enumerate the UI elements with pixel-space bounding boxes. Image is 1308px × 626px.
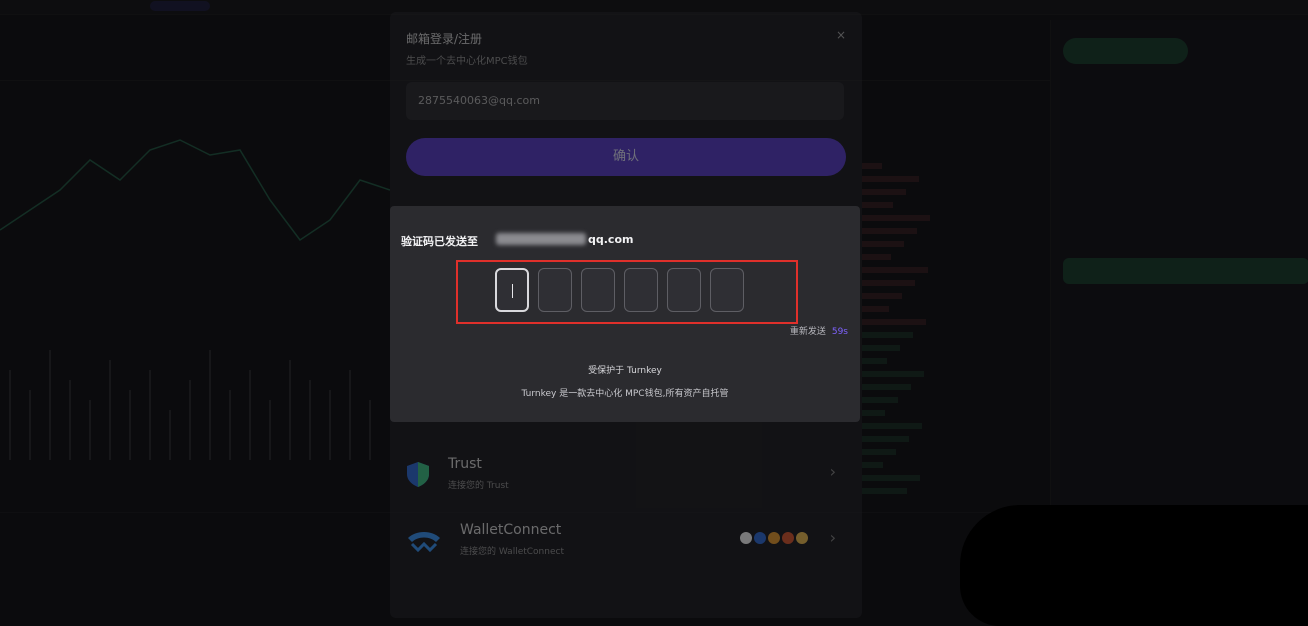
resend-label: 重新发送: [789, 327, 826, 337]
resend-countdown: 59s: [831, 327, 848, 337]
order-book-bar: [862, 423, 922, 429]
login-subtitle: 生成一个去中心化MPC钱包: [406, 56, 528, 67]
code-digit-input[interactable]: [667, 268, 701, 312]
order-book-row: [862, 407, 1047, 420]
chevron-right-icon: ›: [829, 528, 836, 547]
order-book-bar: [862, 267, 928, 273]
shield-icon: [407, 462, 429, 487]
code-digit-input[interactable]: [624, 268, 658, 312]
order-book-row: [862, 225, 1047, 238]
order-book-bar: [862, 293, 902, 299]
login-title: 邮箱登录/注册: [406, 32, 483, 46]
code-input-group: [495, 268, 744, 312]
buy-tab: [1063, 38, 1188, 64]
order-book-row: [862, 303, 1047, 316]
wallet-option-walletconnect[interactable]: WalletConnect 连接您的 WalletConnect ›: [404, 518, 848, 566]
order-book-bar: [862, 462, 883, 468]
order-book-row: [862, 160, 1047, 173]
nav-pill: [150, 1, 210, 11]
order-book-bar: [862, 449, 896, 455]
verification-dialog: 验证码已发送至 qq.com 重新发送 59s 受保护于 Turnkey Turn…: [390, 206, 860, 422]
order-book-row: [862, 290, 1047, 303]
order-book-bar: [862, 215, 930, 221]
code-digit-input[interactable]: [538, 268, 572, 312]
confirm-button[interactable]: 确认: [406, 138, 846, 176]
order-book-bar: [862, 202, 893, 208]
order-book-bar: [862, 176, 919, 182]
close-icon[interactable]: ×: [836, 28, 846, 42]
order-book-row: [862, 446, 1047, 459]
order-book-row: [862, 212, 1047, 225]
resend-link[interactable]: 重新发送 59s: [790, 324, 848, 337]
order-book-row: [862, 277, 1047, 290]
order-book-row: [862, 199, 1047, 212]
order-book-bar: [862, 371, 924, 377]
order-book-bar: [862, 228, 917, 234]
buy-button: [1063, 258, 1308, 284]
email-field[interactable]: 2875540063@qq.com: [406, 82, 844, 120]
wallet-sub: 连接您的 WalletConnect: [460, 547, 564, 557]
code-digit-input[interactable]: [495, 268, 529, 312]
order-book-bar: [862, 280, 915, 286]
order-book-bar: [862, 436, 909, 442]
order-book-row: [862, 186, 1047, 199]
wallet-logo-icon: [754, 532, 766, 544]
walletconnect-icon: [408, 532, 440, 553]
order-book-row: [862, 381, 1047, 394]
order-book-row: [862, 472, 1047, 485]
order-book-row: [862, 459, 1047, 472]
order-book-row: [862, 420, 1047, 433]
order-book-bar: [862, 254, 891, 260]
order-book-bar: [862, 410, 885, 416]
price-chart: [0, 139, 390, 460]
wallet-option-trust[interactable]: Trust 连接您的 Trust ›: [404, 452, 848, 500]
order-book-bar: [862, 345, 900, 351]
code-digit-input[interactable]: [710, 268, 744, 312]
order-book-row: [862, 316, 1047, 329]
order-book-bar: [862, 306, 889, 312]
wallet-logos: [740, 532, 808, 544]
order-book-row: [862, 368, 1047, 381]
email-value: 2875540063@qq.com: [418, 94, 540, 107]
protected-by-text: 受保护于 Turnkey: [588, 366, 662, 376]
order-book-bar: [862, 475, 920, 481]
order-book-bar: [862, 384, 911, 390]
order-book-bar: [862, 319, 926, 325]
order-book-bar: [862, 241, 904, 247]
wallet-logo-icon: [796, 532, 808, 544]
email-domain: qq.com: [588, 233, 634, 246]
order-book-row: [862, 264, 1047, 277]
wallet-logo-icon: [768, 532, 780, 544]
overlay-shape: [960, 505, 1308, 626]
wallet-name: WalletConnect: [460, 522, 562, 538]
code-digit-input[interactable]: [581, 268, 615, 312]
wallet-sub: 连接您的 Trust: [448, 481, 509, 491]
order-book-row: [862, 251, 1047, 264]
order-book-row: [862, 342, 1047, 355]
order-book-row: [862, 433, 1047, 446]
order-book-row: [862, 329, 1047, 342]
chevron-right-icon: ›: [829, 462, 836, 481]
order-book-row: [862, 394, 1047, 407]
code-sent-label: 验证码已发送至: [401, 235, 478, 248]
order-book-row: [862, 485, 1047, 498]
order-book-row: [862, 173, 1047, 186]
turnkey-description: Turnkey 是一款去中心化 MPC钱包,所有资产自托管: [521, 389, 729, 399]
order-book-row: [862, 238, 1047, 251]
order-book-bar: [862, 189, 906, 195]
order-book-bar: [862, 397, 898, 403]
order-book-bar: [862, 358, 887, 364]
wallet-name: Trust: [448, 456, 482, 472]
order-book-bar: [862, 488, 907, 494]
order-book: [862, 160, 1047, 500]
code-input-highlight: [456, 260, 798, 324]
order-book-bar: [862, 163, 882, 169]
wallet-logo-icon: [782, 532, 794, 544]
trade-panel: [1050, 20, 1308, 520]
redacted-email: [496, 233, 586, 245]
order-book-bar: [862, 332, 913, 338]
wallet-logo-icon: [740, 532, 752, 544]
order-book-row: [862, 355, 1047, 368]
